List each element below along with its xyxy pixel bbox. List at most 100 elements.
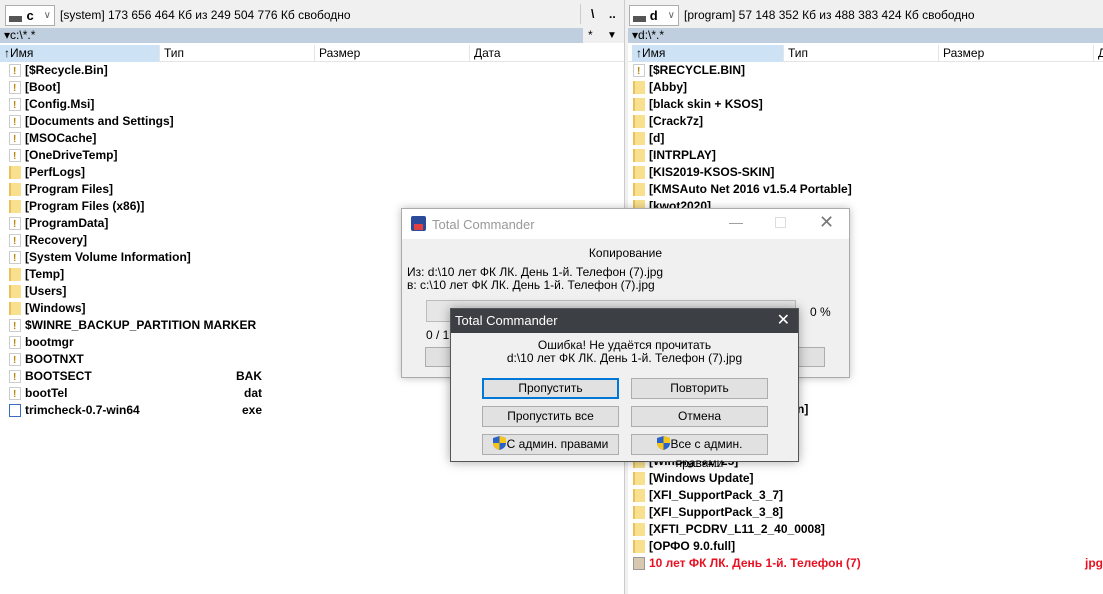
history-dropdown-icon[interactable]: ▼ xyxy=(607,28,617,43)
file-icon xyxy=(9,369,21,386)
file-row[interactable]: [d] xyxy=(630,130,1103,147)
file-row[interactable]: [XFTI_PCDRV_L11_2_40_0008] xyxy=(630,521,1103,538)
file-row[interactable]: [Config.Msi] xyxy=(6,96,624,114)
file-name: [XFI_SupportPack_3_8] xyxy=(649,505,784,519)
folder-icon xyxy=(633,472,645,485)
column-size[interactable]: Размер xyxy=(315,45,470,62)
file-icon xyxy=(9,131,21,148)
column-name[interactable]: ↑Имя xyxy=(632,45,784,62)
folder-icon xyxy=(9,268,21,281)
minimize-button[interactable]: — xyxy=(729,214,743,230)
file-row[interactable]: [OneDriveTemp] xyxy=(6,147,624,165)
file-name: [Documents and Settings] xyxy=(25,114,174,128)
column-type[interactable]: Тип xyxy=(160,45,315,62)
folder-icon xyxy=(9,302,21,315)
file-name: BOOTNXT xyxy=(25,352,84,366)
folder-icon xyxy=(633,81,645,94)
file-name: trimcheck-0.7-win64 xyxy=(25,403,140,417)
column-name[interactable]: ↑Имя xyxy=(0,45,160,62)
file-row[interactable]: [Abby] xyxy=(630,79,1103,96)
right-path[interactable]: ▾d:\*.* xyxy=(628,28,1103,43)
file-name: [ОРФО 9.0.full] xyxy=(649,539,736,553)
file-row[interactable]: [$Recycle.Bin] xyxy=(6,62,624,80)
admin-button-label: С админ. правами xyxy=(506,437,609,451)
file-type: BAK xyxy=(236,369,262,383)
chevron-down-icon: ∨ xyxy=(667,10,675,21)
root-button[interactable]: \ xyxy=(591,7,594,21)
file-row[interactable]: [KMSAuto Net 2016 v1.5.4 Portable] xyxy=(630,181,1103,198)
folder-icon xyxy=(9,285,21,298)
copy-dialog-title: Total Commander xyxy=(432,217,535,232)
file-row[interactable]: [Documents and Settings] xyxy=(6,113,624,131)
copy-dialog-titlebar: Total Commander — ✕ xyxy=(402,209,849,239)
file-name: [d] xyxy=(649,131,665,145)
file-icon xyxy=(9,318,21,335)
column-date[interactable]: Дата xyxy=(470,45,624,62)
column-size[interactable]: Размер xyxy=(939,45,1094,62)
close-button[interactable]: ✕ xyxy=(777,309,790,333)
file-row[interactable]: [Program Files] xyxy=(6,181,624,198)
skip-all-button[interactable]: Пропустить все xyxy=(482,406,619,427)
file-row[interactable]: 10 лет ФК ЛК. День 1-й. Телефон (7) jpg xyxy=(630,555,1103,572)
up-button[interactable]: .. xyxy=(609,7,616,21)
close-button[interactable]: ✕ xyxy=(819,212,834,233)
copy-count: 0 / 1 xyxy=(426,328,450,342)
right-drive-bar: d ∨ [program] 57 148 352 Кб из 488 383 42… xyxy=(628,0,1103,28)
left-drive-select[interactable]: c ∨ xyxy=(5,5,55,26)
skip-button[interactable]: Пропустить xyxy=(482,378,619,399)
copy-heading: Копирование xyxy=(588,246,663,260)
column-date[interactable]: Д xyxy=(1094,45,1103,62)
folder-icon xyxy=(9,166,21,179)
file-row[interactable]: [XFI_SupportPack_3_7] xyxy=(630,487,1103,504)
file-row[interactable]: [MSOCache] xyxy=(6,130,624,148)
file-name: [KMSAuto Net 2016 v1.5.4 Portable] xyxy=(649,182,852,196)
file-name: [MSOCache] xyxy=(25,131,97,145)
folder-icon xyxy=(633,489,645,502)
drive-icon xyxy=(633,15,646,22)
file-icon xyxy=(633,63,645,80)
file-row[interactable]: [ОРФО 9.0.full] xyxy=(630,538,1103,555)
file-row[interactable]: [INTRPLAY] xyxy=(630,147,1103,164)
error-dialog-title: Total Commander xyxy=(455,313,558,328)
uac-shield-icon xyxy=(656,436,670,450)
admin-button[interactable]: С админ. правами xyxy=(482,434,619,455)
right-column-header: ↑Имя Тип Размер Д xyxy=(628,45,1103,62)
file-icon xyxy=(9,114,21,131)
left-path[interactable]: ▾c:\*.* xyxy=(0,28,583,43)
file-row[interactable]: [KIS2019-KSOS-SKIN] xyxy=(630,164,1103,181)
file-row[interactable]: [PerfLogs] xyxy=(6,164,624,181)
floppy-icon xyxy=(411,216,426,231)
maximize-button[interactable] xyxy=(775,217,786,228)
retry-button[interactable]: Повторить xyxy=(631,378,768,399)
file-name: [INTRPLAY] xyxy=(649,148,716,162)
file-name: [$Recycle.Bin] xyxy=(25,63,108,77)
file-name: [ProgramData] xyxy=(25,216,109,230)
file-name: [Temp] xyxy=(25,267,65,281)
file-row[interactable]: [black skin + KSOS] xyxy=(630,96,1103,113)
drive-icon xyxy=(9,15,23,22)
file-icon xyxy=(9,352,21,369)
copy-percent: 0 % xyxy=(810,305,831,319)
file-row[interactable]: [Boot] xyxy=(6,79,624,97)
file-type: exe xyxy=(241,403,262,417)
file-name: [Recovery] xyxy=(25,233,88,247)
file-name: [Users] xyxy=(25,284,67,298)
right-drive-select[interactable]: d ∨ xyxy=(629,5,679,26)
all-admin-button[interactable]: Все с админ. правами xyxy=(631,434,768,470)
file-name: bootmgr xyxy=(25,335,74,349)
folder-icon xyxy=(9,200,21,213)
file-row[interactable]: [$RECYCLE.BIN] xyxy=(630,62,1103,80)
file-name: [System Volume Information] xyxy=(25,250,191,264)
right-free-space: [program] 57 148 352 Кб из 488 383 424 К… xyxy=(684,8,975,22)
left-drive-bar: c ∨ [system] 173 656 464 Кб из 249 504 77… xyxy=(0,0,624,28)
file-row[interactable]: [Crack7z] xyxy=(630,113,1103,130)
folder-icon xyxy=(633,166,645,179)
column-type[interactable]: Тип xyxy=(784,45,939,62)
drive-letter: d xyxy=(649,8,658,23)
file-row[interactable]: [XFI_SupportPack_3_8] xyxy=(630,504,1103,521)
file-icon xyxy=(9,63,21,80)
error-dialog-titlebar: Total Commander ✕ xyxy=(451,309,798,333)
folder-icon xyxy=(633,540,645,553)
cancel-button[interactable]: Отмена xyxy=(631,406,768,427)
filter-star[interactable]: * xyxy=(588,28,593,43)
